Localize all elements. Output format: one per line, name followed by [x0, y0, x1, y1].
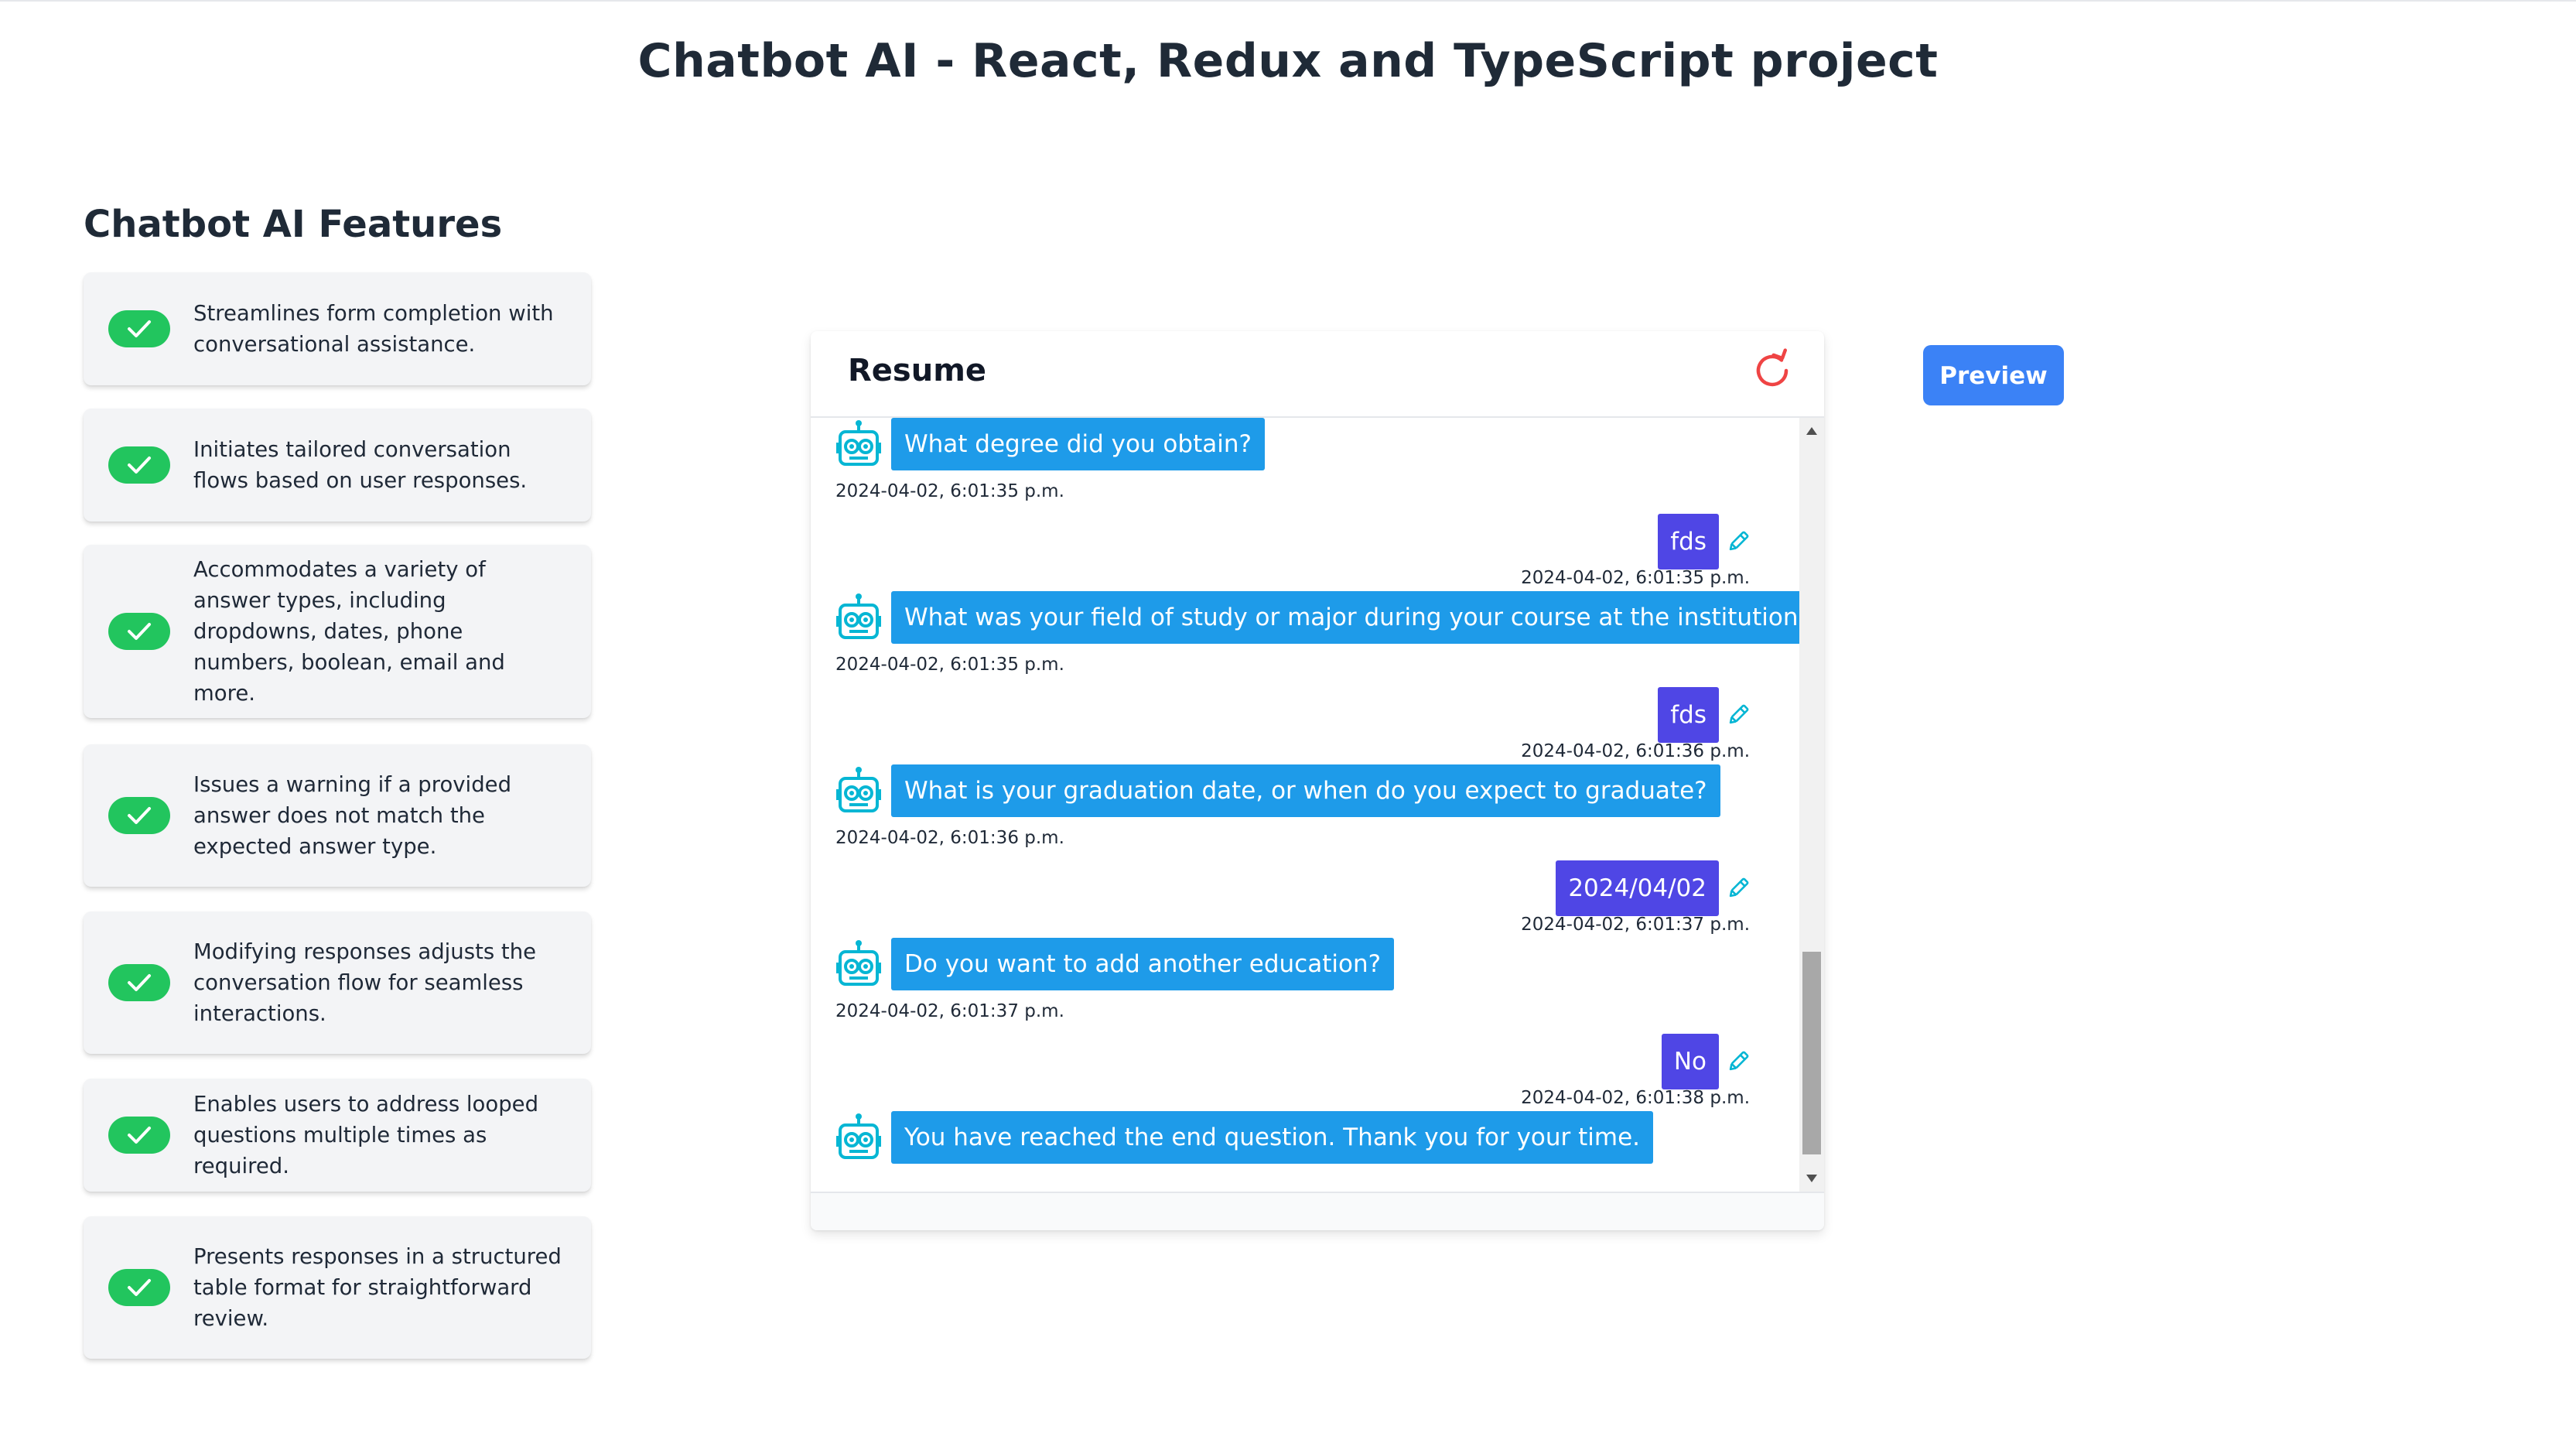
user-bubble: fds: [1658, 687, 1719, 743]
feature-text: Enables users to address looped question…: [193, 1092, 539, 1178]
message-timestamp: 2024-04-02, 6:01:35 p.m.: [1521, 568, 1750, 588]
chat-title: Resume: [848, 353, 987, 388]
message-timestamp: 2024-04-02, 6:01:37 p.m.: [835, 1001, 1064, 1021]
preview-button[interactable]: Preview: [1923, 345, 2064, 405]
check-icon: [108, 446, 170, 484]
bot-message: What degree did you obtain?: [835, 418, 1265, 470]
bot-message: Do you want to add another education?: [835, 938, 1395, 990]
feature-text: Presents responses in a structured table…: [193, 1244, 562, 1331]
feature-card: Enables users to address looped question…: [84, 1079, 591, 1192]
robot-icon: [836, 767, 881, 812]
bot-bubble: What degree did you obtain?: [891, 418, 1265, 470]
user-bubble: fds: [1658, 514, 1719, 569]
message-timestamp: 2024-04-02, 6:01:36 p.m.: [835, 828, 1064, 848]
check-icon: [108, 797, 170, 834]
user-bubble: No: [1661, 1034, 1719, 1089]
feature-text: Issues a warning if a provided answer do…: [193, 772, 512, 859]
scroll-up-arrow-icon[interactable]: [1806, 427, 1817, 435]
features-title: Chatbot AI Features: [84, 203, 503, 246]
feature-card: Accommodates a variety of answer types, …: [84, 545, 591, 718]
bot-bubble: What is your graduation date, or when do…: [891, 764, 1720, 817]
scroll-down-arrow-icon[interactable]: [1806, 1175, 1817, 1182]
pencil-icon[interactable]: [1727, 530, 1750, 553]
top-divider: [0, 0, 2576, 2]
feature-card: Presents responses in a structured table…: [84, 1216, 591, 1359]
pencil-icon[interactable]: [1727, 703, 1750, 727]
message-timestamp: 2024-04-02, 6:01:35 p.m.: [835, 655, 1064, 675]
feature-card: Initiates tailored conversation flows ba…: [84, 409, 591, 522]
bot-message: What is your graduation date, or when do…: [835, 764, 1720, 817]
user-message: 2024/04/02: [1556, 860, 1750, 916]
user-message: No: [1661, 1034, 1750, 1089]
check-icon: [108, 964, 170, 1001]
bot-bubble: You have reached the end question. Thank…: [891, 1111, 1654, 1164]
user-message: fds: [1658, 687, 1750, 743]
robot-icon: [836, 420, 881, 466]
robot-icon: [836, 1113, 881, 1159]
chat-messages[interactable]: What degree did you obtain? 2024-04-02, …: [811, 418, 1799, 1192]
pencil-icon[interactable]: [1727, 877, 1750, 900]
scrollbar-thumb[interactable]: [1802, 952, 1821, 1154]
bot-bubble: What was your field of study or major du…: [891, 591, 1799, 644]
user-bubble: 2024/04/02: [1556, 860, 1719, 916]
refresh-icon[interactable]: [1750, 348, 1795, 393]
feature-text: Modifying responses adjusts the conversa…: [193, 939, 537, 1026]
check-icon: [108, 1269, 170, 1306]
pencil-icon[interactable]: [1727, 1050, 1750, 1073]
page-title: Chatbot AI - React, Redux and TypeScript…: [637, 34, 1939, 88]
message-timestamp: 2024-04-02, 6:01:38 p.m.: [1521, 1088, 1750, 1108]
message-timestamp: 2024-04-02, 6:01:37 p.m.: [1521, 915, 1750, 935]
check-icon: [108, 1117, 170, 1154]
feature-text: Accommodates a variety of answer types, …: [193, 557, 505, 706]
check-icon: [108, 613, 170, 650]
feature-card: Issues a warning if a provided answer do…: [84, 744, 591, 887]
chat-scrollbar[interactable]: [1799, 418, 1824, 1192]
chat-footer: [811, 1192, 1824, 1230]
bot-bubble: Do you want to add another education?: [891, 938, 1395, 990]
chat-header: Resume: [811, 331, 1824, 418]
bot-message: You have reached the end question. Thank…: [835, 1111, 1654, 1164]
bot-message: What was your field of study or major du…: [835, 591, 1799, 644]
feature-card: Modifying responses adjusts the conversa…: [84, 911, 591, 1054]
check-icon: [108, 310, 170, 347]
feature-card: Streamlines form completion with convers…: [84, 272, 591, 385]
message-timestamp: 2024-04-02, 6:01:36 p.m.: [1521, 741, 1750, 761]
chat-panel: Resume What degree did you obtain? 2024-…: [811, 331, 1824, 1230]
feature-text: Initiates tailored conversation flows ba…: [193, 437, 528, 493]
robot-icon: [836, 940, 881, 986]
feature-text: Streamlines form completion with convers…: [193, 301, 554, 357]
message-timestamp: 2024-04-02, 6:01:35 p.m.: [835, 481, 1064, 501]
robot-icon: [836, 593, 881, 639]
user-message: fds: [1658, 514, 1750, 569]
